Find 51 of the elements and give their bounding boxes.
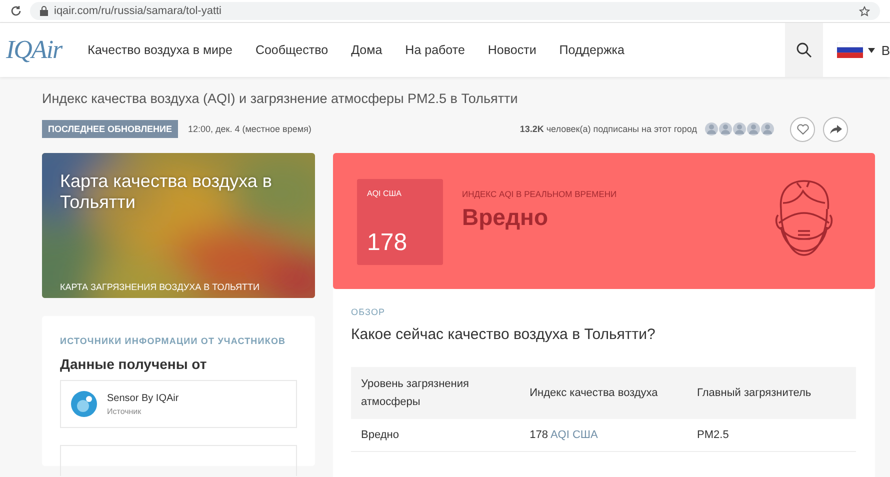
aqi-label: AQI США (367, 189, 402, 198)
page-subtitle: Индекс качества воздуха (AQI) и загрязнение атмосферы PM2.5 в Тольятти (42, 91, 519, 106)
nav-link[interactable]: На работе (405, 43, 465, 57)
map-caption[interactable]: КАРТА ЗАГРЯЗНЕНИЯ ВОЗДУХА В ТОЛЬЯТТИ (60, 282, 297, 292)
column-header: Индекс качества воздуха (520, 367, 688, 419)
column-header: Уровень загрязнения атмосферы (351, 367, 520, 419)
sensor-icon (71, 391, 97, 417)
section-title: Какое сейчас качество воздуха в Тольятти? (351, 326, 656, 343)
flag-icon (837, 42, 864, 58)
avatar-icon (705, 122, 718, 136)
aqi-value: 178 (367, 229, 408, 257)
avatar-icon (747, 122, 760, 136)
update-time: 12:00, дек. 4 (местное время) (188, 124, 312, 134)
map-title[interactable]: Карта качества воздуха в Тольятти (60, 171, 297, 213)
source-type: Источник (107, 406, 142, 416)
realtime-label: ИНДЕКС AQI В РЕАЛЬНОМ ВРЕМЕНИ (462, 189, 617, 199)
reload-icon[interactable] (10, 5, 22, 17)
mask-face-icon (773, 179, 835, 257)
update-badge: ПОСЛЕДНЕЕ ОБНОВЛЕНИЕ (42, 120, 178, 138)
avatar-icon (719, 122, 732, 136)
heart-icon (796, 124, 808, 134)
source-name: Sensor By IQAir (107, 392, 179, 404)
login-link[interactable]: В (881, 42, 890, 58)
lock-icon (40, 6, 48, 16)
avatar-icon (733, 122, 746, 136)
follow-button[interactable] (790, 116, 815, 142)
caret-icon (868, 48, 876, 52)
nav-link[interactable]: Качество воздуха в мире (88, 43, 232, 57)
star-icon[interactable] (859, 6, 870, 16)
nav-link[interactable]: Дома (351, 43, 382, 57)
table-cell: 178 AQI США (520, 419, 688, 452)
section-label: ИСТОЧНИКИ ИНФОРМАЦИИ ОТ УЧАСТНИКОВ (60, 336, 287, 346)
nav-link[interactable]: Сообщество (255, 43, 328, 57)
share-button[interactable] (823, 116, 848, 142)
section-title: Данные получены от (60, 356, 208, 372)
table-cell: Вредно (351, 419, 520, 452)
followers-count: 13.2K человек(а) подписаны на этот город (520, 124, 697, 134)
aqi-status: Вредно (462, 204, 549, 231)
column-header: Главный загрязнитель (687, 367, 856, 419)
address-field[interactable]: iqair.com/ru/russia/samara/tol-yatti (30, 2, 880, 20)
search-icon (796, 42, 812, 58)
logo[interactable]: IQAir (6, 35, 62, 65)
source-item[interactable]: Sensor By IQAir Источник (60, 380, 297, 428)
language-selector[interactable] (837, 42, 876, 58)
nav-link[interactable]: Новости (488, 43, 536, 57)
avatar-icon (761, 122, 774, 136)
search-button[interactable] (785, 23, 824, 77)
table-cell: PM2.5 (687, 419, 856, 452)
share-icon (830, 124, 842, 134)
section-label: ОБЗОР (351, 307, 386, 317)
nav-link[interactable]: Поддержка (559, 43, 625, 57)
